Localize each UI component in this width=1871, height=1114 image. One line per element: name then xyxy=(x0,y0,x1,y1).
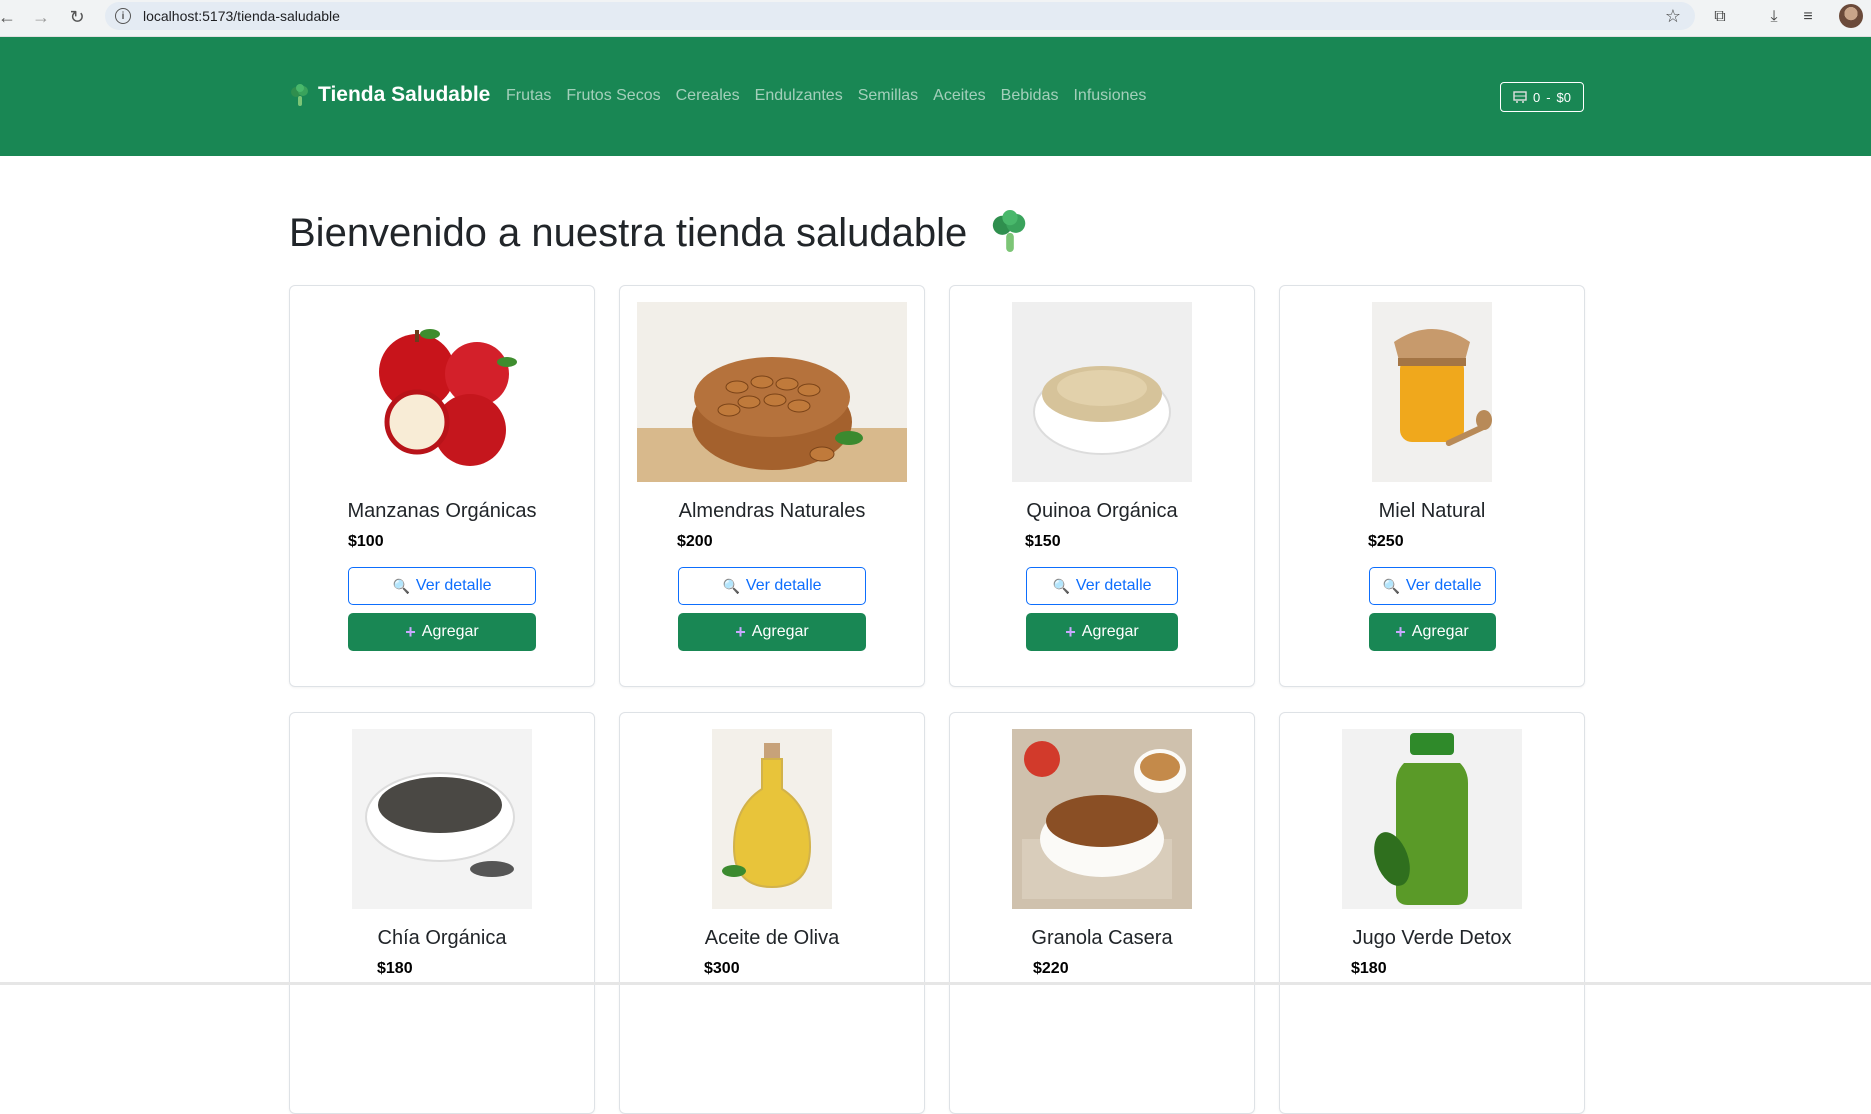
magnifier-icon: 🔍 xyxy=(1382,577,1400,594)
product-name: Miel Natural xyxy=(1378,500,1486,522)
view-detail-button[interactable]: 🔍 Ver detalle xyxy=(1026,567,1178,605)
view-detail-label: Ver detalle xyxy=(1075,577,1152,594)
product-card: Quinoa Orgánica $150 🔍 Ver detalle + Agreg… xyxy=(949,285,1255,687)
profile-avatar[interactable] xyxy=(1839,4,1863,28)
magnifier-icon: 🔍 xyxy=(722,577,740,594)
product-price: $250 xyxy=(1368,533,1404,550)
product-name: Almendras Naturales xyxy=(678,500,866,522)
bookmark-star-icon[interactable]: ☆ xyxy=(1665,6,1681,27)
add-label: Agregar xyxy=(1081,623,1139,640)
view-detail-label: Ver detalle xyxy=(745,577,822,594)
plus-icon: + xyxy=(1395,621,1406,642)
nav-link-frutos-secos[interactable]: Frutos Secos xyxy=(566,87,660,105)
product-card: Manzanas Orgánicas $100 🔍 Ver detalle + Ag… xyxy=(289,285,595,687)
product-price: $300 xyxy=(704,960,740,977)
product-card: Jugo Verde Detox $180 xyxy=(1279,712,1585,1114)
view-detail-label: Ver detalle xyxy=(1405,577,1482,594)
view-detail-button[interactable]: 🔍 Ver detalle xyxy=(1368,567,1496,605)
add-label: Agregar xyxy=(751,623,809,640)
quinoa-image[interactable] xyxy=(1012,302,1192,482)
media-control-icon[interactable]: ≡ xyxy=(1796,5,1820,29)
nav-link-aceites[interactable]: Aceites xyxy=(933,87,985,105)
green-juice-image[interactable] xyxy=(1342,729,1522,909)
page-title: Bienvenido a nuestra tienda saludable xyxy=(289,210,1030,256)
brand-name: Tienda Saludable xyxy=(318,83,491,106)
plus-icon: + xyxy=(1065,621,1076,642)
magnifier-icon: 🔍 xyxy=(392,577,410,594)
site-navbar: Tienda Saludable Frutas Frutos Secos Cer… xyxy=(0,37,1871,156)
broccoli-icon xyxy=(993,210,1026,252)
view-detail-button[interactable]: 🔍 Ver detalle xyxy=(678,567,866,605)
product-price: $180 xyxy=(1351,960,1387,977)
product-name: Granola Casera xyxy=(1031,927,1173,949)
nav-link-cereales[interactable]: Cereales xyxy=(676,87,740,105)
product-price: $100 xyxy=(348,533,384,550)
category-nav: Frutas Frutos Secos Cereales Endulzantes… xyxy=(506,87,1161,105)
product-card: Almendras Naturales $200 🔍 Ver detalle + A… xyxy=(619,285,925,687)
product-name: Quinoa Orgánica xyxy=(1026,500,1178,522)
brand-link[interactable]: Tienda Saludable xyxy=(290,83,490,107)
product-card: Granola Casera $220 xyxy=(949,712,1255,1114)
cart-icon xyxy=(1513,91,1527,103)
add-to-cart-button[interactable]: + Agregar xyxy=(1026,613,1178,651)
add-to-cart-button[interactable]: + Agregar xyxy=(678,613,866,651)
add-label: Agregar xyxy=(1411,623,1469,640)
almonds-image[interactable] xyxy=(637,302,907,482)
magnifier-icon: 🔍 xyxy=(1052,577,1070,594)
add-to-cart-button[interactable]: + Agregar xyxy=(348,613,536,651)
product-grid: Manzanas Orgánicas $100 🔍 Ver detalle + Ag… xyxy=(289,285,1586,1114)
product-price: $200 xyxy=(677,533,713,550)
nav-link-endulzantes[interactable]: Endulzantes xyxy=(755,87,843,105)
address-bar[interactable]: i localhost:5173/tienda-saludable ☆ xyxy=(105,2,1695,30)
view-detail-label: Ver detalle xyxy=(415,577,492,594)
cart-button[interactable]: 0 - $0 xyxy=(1500,82,1584,112)
page-title-text: Bienvenido a nuestra tienda saludable xyxy=(289,211,968,255)
product-name: Chía Orgánica xyxy=(377,927,507,949)
add-label: Agregar xyxy=(421,623,479,640)
product-name: Manzanas Orgánicas xyxy=(347,500,537,522)
granola-image[interactable] xyxy=(1012,729,1192,909)
honey-image[interactable] xyxy=(1372,302,1492,482)
extensions-icon[interactable]: ⧉ xyxy=(1708,5,1732,29)
nav-link-semillas[interactable]: Semillas xyxy=(858,87,918,105)
product-name: Aceite de Oliva xyxy=(704,927,840,949)
nav-link-bebidas[interactable]: Bebidas xyxy=(1001,87,1059,105)
product-name: Jugo Verde Detox xyxy=(1352,927,1512,949)
nav-link-infusiones[interactable]: Infusiones xyxy=(1073,87,1146,105)
product-card: Aceite de Oliva $300 xyxy=(619,712,925,1114)
olive-oil-image[interactable] xyxy=(712,729,832,909)
nav-link-frutas[interactable]: Frutas xyxy=(506,87,551,105)
apples-image[interactable] xyxy=(352,302,532,482)
add-to-cart-button[interactable]: + Agregar xyxy=(1368,613,1496,651)
forward-icon[interactable]: → xyxy=(28,4,54,30)
site-info-icon[interactable]: i xyxy=(115,8,131,24)
product-price: $150 xyxy=(1025,533,1061,550)
product-card: Chía Orgánica $180 xyxy=(289,712,595,1114)
product-card: Miel Natural $250 🔍 Ver detalle + Agregar xyxy=(1279,285,1585,687)
broccoli-icon xyxy=(291,84,308,106)
product-price: $220 xyxy=(1033,960,1069,977)
cart-total: $0 xyxy=(1556,89,1572,105)
plus-icon: + xyxy=(735,621,746,642)
chia-image[interactable] xyxy=(352,729,532,909)
cart-separator: - xyxy=(1546,89,1551,105)
product-price: $180 xyxy=(377,960,413,977)
reload-icon[interactable]: ↻ xyxy=(64,4,90,30)
browser-toolbar: ← → ↻ i localhost:5173/tienda-saludable … xyxy=(0,0,1871,37)
cart-count: 0 xyxy=(1532,89,1541,105)
back-icon[interactable]: ← xyxy=(0,4,20,30)
plus-icon: + xyxy=(405,621,416,642)
view-detail-button[interactable]: 🔍 Ver detalle xyxy=(348,567,536,605)
url-text: localhost:5173/tienda-saludable xyxy=(143,8,340,24)
download-icon[interactable]: ⤓ xyxy=(1762,5,1786,29)
